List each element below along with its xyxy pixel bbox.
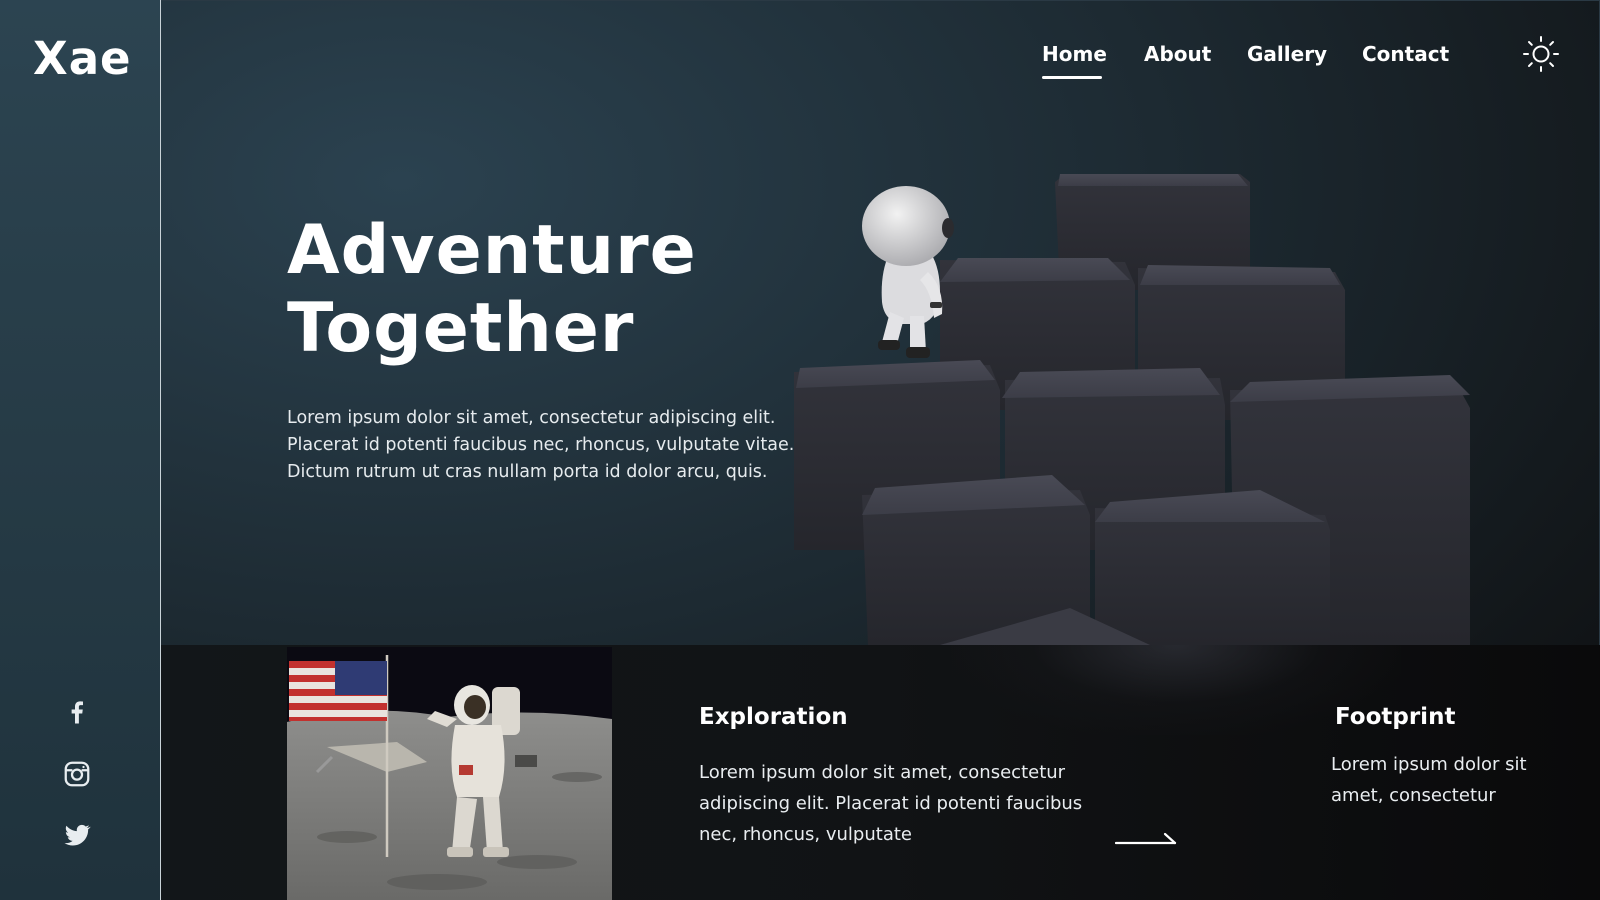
footprint-text-line: amet, consectetur [1331,785,1496,806]
exploration-text-line: adipiscing elit. Placerat id potenti fau… [699,793,1083,814]
footprint-title: Footprint [1335,704,1456,730]
exploration-text-line: Lorem ipsum dolor sit amet, consectetur [699,762,1066,783]
hero-title: Adventure Together [287,212,697,368]
footprint-text-line: Lorem ipsum dolor sit [1331,754,1527,775]
hero-title-line-2: Together [287,289,635,368]
sidebar: Xae [0,0,161,900]
nav-about[interactable]: About [1144,42,1211,66]
hero-title-line-1: Adventure [287,211,697,290]
moon-landing-photo [287,647,612,900]
nav-home[interactable]: Home [1042,42,1107,66]
active-nav-indicator [1042,76,1102,79]
exploration-text: Lorem ipsum dolor sit amet, consectetur … [699,757,1099,850]
brand-logo[interactable]: Xae [33,32,132,85]
footprint-text: Lorem ipsum dolor sit amet, consectetur [1331,749,1571,811]
sun-icon[interactable] [1521,34,1561,74]
twitter-icon[interactable] [57,815,97,855]
hero-illustration [790,150,1510,645]
cube [1095,490,1330,645]
hero-description: Lorem ipsum dolor sit amet, consectetur … [287,405,827,486]
hero-description-line: Dictum rutrum ut cras nullam porta id do… [287,462,768,482]
nav-gallery[interactable]: Gallery [1247,42,1327,66]
hero-description-line: Placerat id potenti faucibus nec, rhoncu… [287,435,795,455]
band-glow [951,645,1401,735]
instagram-icon[interactable] [57,754,97,794]
exploration-title: Exploration [699,704,848,730]
hero-description-line: Lorem ipsum dolor sit amet, consectetur … [287,408,776,428]
nav-contact[interactable]: Contact [1362,42,1449,66]
arrow-right-icon[interactable] [1114,830,1177,846]
exploration-text-line: nec, rhoncus, vulputate [699,824,912,845]
facebook-icon[interactable] [57,691,97,731]
